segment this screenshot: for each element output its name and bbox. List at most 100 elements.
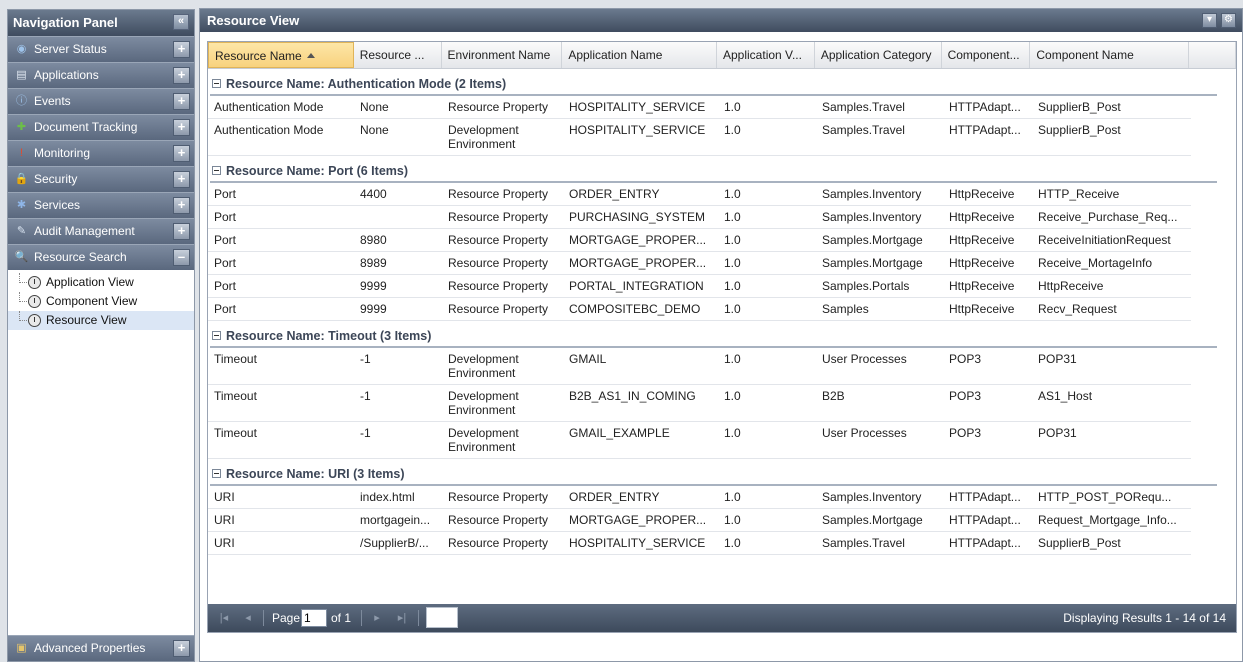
table-cell: MORTGAGE_PROPER... [569, 233, 707, 247]
table-cell: B2B [822, 389, 845, 403]
nav-item-document-tracking[interactable]: ✚ Document Tracking + [8, 114, 194, 140]
resource-view-panel: Resource View ▾ ⚙ Resource Name Resource … [199, 8, 1243, 662]
nav-item-advanced-properties[interactable]: ▣ Advanced Properties + [8, 635, 194, 661]
expand-icon[interactable]: + [173, 171, 190, 188]
table-cell: Recv_Request [1038, 302, 1117, 316]
table-cell: COMPOSITEBC_DEMO [569, 302, 701, 316]
column-header-filler [1189, 42, 1236, 68]
expand-icon[interactable]: + [173, 93, 190, 110]
group-header[interactable]: Resource Name: Port (6 Items) [210, 160, 1217, 183]
table-row[interactable]: Timeout -1 Development Environment B2B_AS1_… [208, 385, 1191, 422]
table-cell: Samples.Portals [822, 279, 910, 293]
table-row[interactable]: Port 8989 Resource Property MORTGAGE_PROPER… [208, 252, 1191, 275]
dropdown-icon[interactable]: ▾ [1202, 13, 1217, 28]
table-cell: HttpReceive [949, 210, 1015, 224]
expand-icon[interactable]: + [173, 197, 190, 214]
column-header-label: Application V... [723, 48, 802, 62]
collapse-panel-icon[interactable]: « [173, 14, 189, 30]
nav-item-security[interactable]: 🔒 Security + [8, 166, 194, 192]
gear-icon[interactable]: ⚙ [1221, 13, 1236, 28]
table-row[interactable]: Port 9999 Resource Property COMPOSITEBC_DEM… [208, 298, 1191, 321]
previous-page-icon[interactable]: ◂ [240, 610, 256, 626]
table-cell: HttpReceive [949, 187, 1015, 201]
collapse-group-icon[interactable] [212, 469, 221, 478]
table-cell: 1.0 [724, 123, 741, 137]
table-row[interactable]: URI index.html Resource Property ORDER_ENTR… [208, 486, 1191, 509]
table-row[interactable]: Authentication Mode None Resource Property… [208, 96, 1191, 119]
expand-icon[interactable]: + [173, 41, 190, 58]
table-cell: HttpReceive [949, 302, 1015, 316]
first-page-icon[interactable]: |◂ [216, 610, 232, 626]
group-header[interactable]: Resource Name: Authentication Mode (2 It… [210, 73, 1217, 96]
advanced-properties-icon: ▣ [16, 642, 27, 654]
nav-item-services[interactable]: ✱ Services + [8, 192, 194, 218]
next-page-icon[interactable]: ▸ [369, 610, 385, 626]
expand-icon[interactable]: + [173, 640, 190, 657]
advanced-properties-section: ▣ Advanced Properties + [8, 635, 194, 661]
column-header-5[interactable]: Application Category [815, 42, 942, 68]
table-cell: Resource Property [448, 302, 549, 316]
pager-separator [263, 610, 264, 626]
subitem-component-view[interactable]: Component View [8, 292, 194, 311]
table-cell: mortgagein... [360, 513, 431, 527]
table-cell: POP31 [1038, 426, 1077, 440]
collapse-group-icon[interactable] [212, 79, 221, 88]
column-header-2[interactable]: Environment Name [442, 42, 563, 68]
column-header-3[interactable]: Application Name [562, 42, 717, 68]
column-header-4[interactable]: Application V... [717, 42, 815, 68]
nav-item-resource-search[interactable]: 🔍 Resource Search – [8, 244, 194, 270]
nav-item-applications[interactable]: ▤ Applications + [8, 62, 194, 88]
table-row[interactable]: Port 8980 Resource Property MORTGAGE_PROPER… [208, 229, 1191, 252]
table-cell: 4400 [360, 187, 387, 201]
collapse-group-icon[interactable] [212, 166, 221, 175]
last-page-icon[interactable]: ▸| [394, 610, 410, 626]
collapse-group-icon[interactable] [212, 331, 221, 340]
tree-line [19, 311, 27, 321]
table-cell: Port [214, 187, 237, 201]
table-row[interactable]: Port Resource Property PURCHASING_SYSTEM 1.… [208, 206, 1191, 229]
table-row[interactable]: Port 9999 Resource Property PORTAL_INTEGRAT… [208, 275, 1191, 298]
column-header-6[interactable]: Component... [942, 42, 1031, 68]
table-cell: URI [214, 490, 235, 504]
page-size-input[interactable] [426, 607, 458, 628]
table-cell: Samples.Travel [822, 536, 905, 550]
table-cell: HTTPAdapt... [949, 536, 1021, 550]
table-row[interactable]: Timeout -1 Development Environment GMAIL_EX… [208, 422, 1191, 459]
table-cell: 8989 [360, 256, 387, 270]
subitem-application-view[interactable]: Application View [8, 273, 194, 292]
navigation-panel-title: Navigation Panel [13, 15, 118, 30]
table-cell: index.html [360, 490, 415, 504]
table-cell: -1 [360, 426, 371, 440]
table-cell: None [360, 123, 389, 137]
page-number-input[interactable] [301, 609, 327, 627]
column-header-7[interactable]: Component Name [1030, 42, 1190, 68]
expand-icon[interactable]: + [173, 223, 190, 240]
table-cell: URI [214, 536, 235, 550]
navigation-panel-header: Navigation Panel « [8, 10, 194, 36]
table-cell: User Processes [822, 426, 907, 440]
nav-item-monitoring[interactable]: ! Monitoring + [8, 140, 194, 166]
column-header-0[interactable]: Resource Name [208, 42, 354, 68]
table-cell [354, 206, 442, 228]
expand-icon[interactable]: + [173, 67, 190, 84]
nav-item-events[interactable]: ⓘ Events + [8, 88, 194, 114]
subitem-resource-view[interactable]: Resource View [8, 311, 194, 330]
pager-separator [418, 610, 419, 626]
expand-icon[interactable]: + [173, 145, 190, 162]
column-header-label: Environment Name [447, 48, 551, 62]
expand-icon[interactable]: + [173, 119, 190, 136]
group-title: Resource Name: Authentication Mode (2 It… [226, 77, 507, 91]
nav-item-audit-management[interactable]: ✎ Audit Management + [8, 218, 194, 244]
group-header[interactable]: Resource Name: Timeout (3 Items) [210, 325, 1217, 348]
table-row[interactable]: URI mortgagein... Resource Property MORTGAG… [208, 509, 1191, 532]
column-header-1[interactable]: Resource ... [354, 42, 442, 68]
nav-item-label: Audit Management [34, 224, 135, 238]
table-row[interactable]: Port 4400 Resource Property ORDER_ENTRY 1.0 S… [208, 183, 1191, 206]
nav-item-server-status[interactable]: ◉ Server Status + [8, 36, 194, 62]
group-header[interactable]: Resource Name: URI (3 Items) [210, 463, 1217, 486]
table-cell: Resource Property [448, 256, 549, 270]
table-row[interactable]: Timeout -1 Development Environment GMAIL 1.0… [208, 348, 1191, 385]
collapse-icon[interactable]: – [173, 249, 190, 266]
table-row[interactable]: URI/SupplierB/... Resource Property HOSPIT… [208, 532, 1191, 555]
table-row[interactable]: Authentication Mode None Development Envir… [208, 119, 1191, 156]
